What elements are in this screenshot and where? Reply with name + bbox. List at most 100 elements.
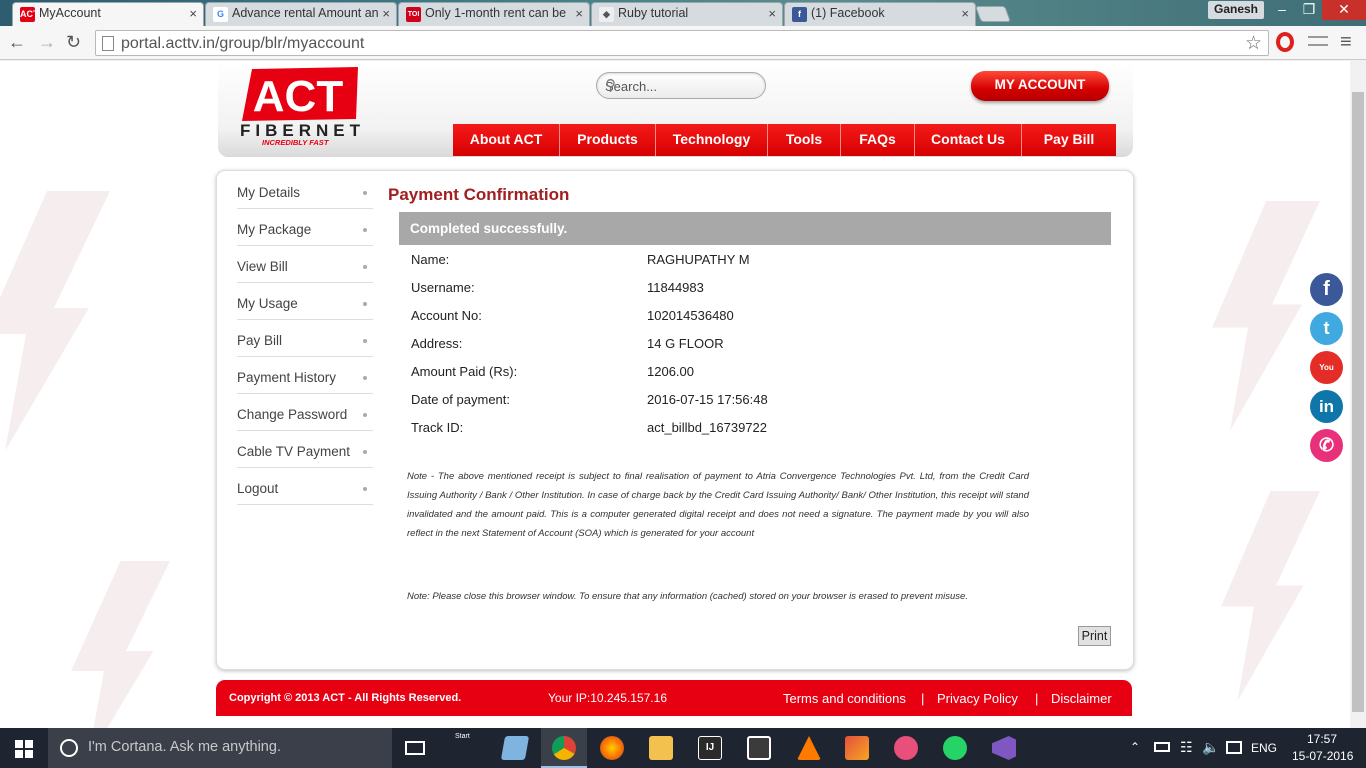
browser-toolbar: ← → ↻ portal.acttv.in/group/blr/myaccoun… [0,26,1366,60]
tab-title: (1) Facebook [811,6,885,20]
firefox-icon[interactable] [600,736,624,760]
whatsapp-icon[interactable] [943,736,967,760]
tab-title: Advance rental Amount an [232,6,379,20]
phone-icon[interactable]: ✆ [1310,429,1343,462]
close-tab-icon[interactable]: × [575,6,583,21]
sidebar-item-change-password[interactable]: Change Password [237,394,373,431]
battery-icon[interactable] [1154,742,1170,752]
tab-strip: ACT MyAccount × G Advance rental Amount … [0,0,1366,26]
main-nav: About ACT Products Technology Tools FAQs… [453,124,1116,156]
menu-icon[interactable]: ≡ [1340,32,1352,52]
app-icon[interactable] [845,736,869,760]
extension-icon[interactable] [1308,36,1328,46]
restore-button[interactable]: ❐ [1296,0,1322,20]
nav-products[interactable]: Products [560,124,656,156]
close-browser-note: Note: Please close this browser window. … [407,591,968,602]
new-tab-button[interactable] [975,6,1011,22]
back-icon[interactable]: ← [8,33,26,51]
site-footer: Copyright © 2013 ACT - All Rights Reserv… [216,680,1132,716]
notification-icon[interactable] [1226,741,1242,754]
task-view-icon[interactable] [405,741,425,755]
nav-faqs[interactable]: FAQs [841,124,915,156]
close-tab-icon[interactable]: × [768,6,776,21]
clock-date[interactable]: 15-07-2016 [1292,749,1353,763]
url-text[interactable]: portal.acttv.in/group/blr/myaccount [121,35,364,53]
cortana-icon [60,739,78,757]
search-icon[interactable]: ⚲ [605,76,755,94]
youtube-icon[interactable]: You Tube [1310,351,1343,405]
minimize-button[interactable]: – [1268,0,1296,20]
bullet-icon [363,487,367,491]
cortana-search-box[interactable]: I'm Cortana. Ask me anything. [48,728,392,768]
tab-facebook[interactable]: f (1) Facebook × [784,2,976,26]
bullet-icon [363,191,367,195]
act-fibernet-logo[interactable]: ACT FIBERNET INCREDIBLY FAST [238,65,362,147]
my-account-button[interactable]: MY ACCOUNT [971,71,1109,101]
sidebar-item-pay-bill[interactable]: Pay Bill [237,320,373,357]
linkedin-icon[interactable]: in [1310,390,1343,423]
volume-icon[interactable]: 🔈 [1202,739,1219,756]
sidebar-item-payment-history[interactable]: Payment History [237,357,373,394]
sidebar-item-logout[interactable]: Logout [237,468,373,505]
name-label: Name: [411,252,450,267]
tab-only-1-month[interactable]: TOI Only 1-month rent can be × [398,2,590,26]
file-app-icon[interactable] [500,736,530,760]
tab-ruby-tutorial[interactable]: ◆ Ruby tutorial × [591,2,783,26]
nav-technology[interactable]: Technology [656,124,768,156]
sidebar-item-label: My Package [237,222,312,237]
intellij-icon[interactable]: IJ [698,736,722,760]
sidebar-item-cable-tv-payment[interactable]: Cable TV Payment [237,431,373,468]
nav-tools[interactable]: Tools [768,124,841,156]
sidebar-item-label: Cable TV Payment [237,444,351,459]
close-tab-icon[interactable]: × [382,6,390,21]
language-indicator[interactable]: ENG [1251,741,1277,755]
sidebar-item-my-package[interactable]: My Package [237,209,373,246]
bullet-icon [363,413,367,417]
logo-act-text: ACT [253,72,344,121]
sidebar-item-my-usage[interactable]: My Usage [237,283,373,320]
address-bar[interactable]: portal.acttv.in/group/blr/myaccount ☆ [95,30,1269,56]
wifi-icon[interactable]: ☷ [1180,739,1193,756]
visual-studio-icon[interactable] [992,736,1016,760]
print-button[interactable]: Print [1078,626,1111,646]
opera-extension-icon[interactable] [1276,32,1294,52]
twitter-icon[interactable]: t [1310,312,1343,345]
footer-separator: | [1035,691,1039,706]
bullet-icon [363,450,367,454]
disclaimer-link[interactable]: Disclaimer [1051,691,1112,706]
terms-link[interactable]: Terms and conditions [783,691,906,706]
itunes-icon[interactable] [894,736,918,760]
address-value: 14 G FLOOR [647,336,724,351]
close-window-button[interactable]: ✕ [1322,0,1366,20]
windows-start-icon[interactable] [15,740,33,758]
close-tab-icon[interactable]: × [961,6,969,21]
tab-advance-rental[interactable]: G Advance rental Amount an × [205,2,397,26]
ip-address-text: Your IP:10.245.157.16 [548,691,667,705]
file-explorer-icon[interactable] [649,736,673,760]
tray-chevron-icon[interactable]: ⌃ [1130,740,1140,754]
facebook-icon[interactable]: f [1310,273,1343,306]
nav-contact-us[interactable]: Contact Us [915,124,1022,156]
bullet-icon [363,376,367,380]
nav-pay-bill[interactable]: Pay Bill [1022,124,1116,156]
scrollbar-thumb[interactable] [1352,92,1364,712]
privacy-policy-link[interactable]: Privacy Policy [937,691,1018,706]
reload-icon[interactable]: ↻ [66,33,81,51]
tab-myaccount[interactable]: ACT MyAccount × [12,2,204,26]
bullet-icon [363,339,367,343]
start-screen-app-icon[interactable]: Start [455,733,479,760]
chrome-icon[interactable] [552,736,576,760]
vlc-icon[interactable] [797,736,821,760]
close-tab-icon[interactable]: × [189,6,197,21]
forward-icon[interactable]: → [38,33,56,51]
sidebar-item-view-bill[interactable]: View Bill [237,246,373,283]
bookmark-star-icon[interactable]: ☆ [1245,32,1262,55]
site-search-input[interactable]: Search... ⚲ [596,72,766,99]
cortana-placeholder: I'm Cortana. Ask me anything. [88,739,281,755]
account-no-value: 102014536480 [647,308,734,323]
clock-time[interactable]: 17:57 [1307,732,1337,746]
nav-about-act[interactable]: About ACT [453,124,560,156]
store-icon[interactable] [747,736,771,760]
sidebar-item-my-details[interactable]: My Details [237,172,373,209]
profile-button[interactable]: Ganesh [1208,1,1264,19]
